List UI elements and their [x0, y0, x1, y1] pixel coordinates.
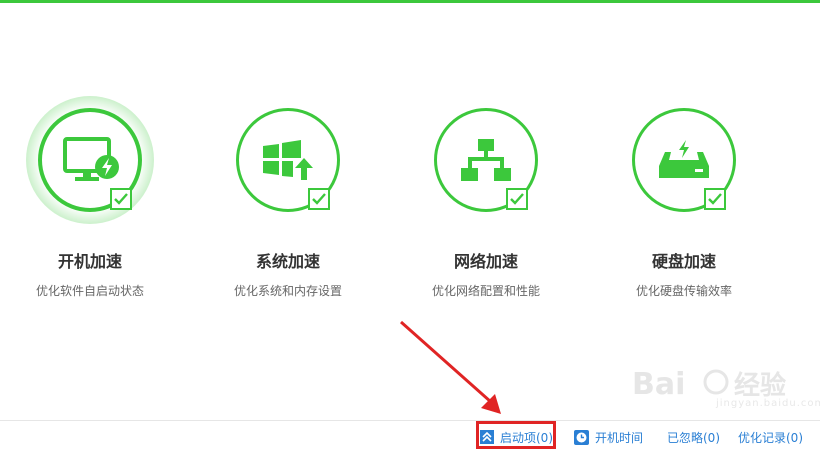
card-icon-wrap	[26, 96, 154, 224]
card-title: 硬盘加速	[651, 252, 716, 271]
clock-icon	[574, 429, 589, 445]
card-icon-wrap	[434, 108, 538, 212]
history-label: 优化记录(0)	[738, 430, 803, 445]
annotation-arrow	[400, 320, 501, 414]
paw-icon	[703, 369, 729, 395]
card-title: 开机加速	[57, 252, 122, 271]
card-subtitle: 优化系统和内存设置	[233, 284, 342, 298]
selected-checkbox[interactable]	[308, 188, 330, 210]
checkmark-icon	[708, 193, 722, 205]
network-topology-icon	[461, 139, 511, 181]
card-icon-wrap	[632, 108, 736, 212]
card-disk-speedup[interactable]: 硬盘加速 优化硬盘传输效率	[594, 100, 774, 310]
card-boot-speedup[interactable]: 开机加速 优化软件自启动状态	[0, 96, 180, 310]
card-system-speedup[interactable]: 系统加速 优化系统和内存设置	[198, 100, 378, 310]
selected-checkbox[interactable]	[704, 188, 726, 210]
annotation-highlight-box	[476, 421, 556, 449]
card-subtitle: 优化网络配置和性能	[431, 284, 540, 298]
speedup-panel: 开机加速 优化软件自启动状态 系统加速 优化系统和内存设置 网络加速 优化网络配…	[0, 0, 820, 451]
watermark-brand: Bai	[632, 367, 685, 402]
history-link[interactable]: 优化记录(0)	[738, 426, 803, 448]
top-accent-bar	[0, 0, 820, 3]
checkmark-icon	[312, 193, 326, 205]
selected-checkbox[interactable]	[110, 188, 132, 210]
boot-time-link[interactable]: 开机时间	[574, 426, 643, 448]
card-icon-wrap	[236, 108, 340, 212]
card-subtitle: 优化硬盘传输效率	[635, 284, 732, 298]
checkmark-icon	[510, 193, 524, 205]
watermark-url: jingyan.baidu.com	[716, 398, 820, 409]
card-title: 网络加速	[453, 252, 518, 271]
windows-upload-icon	[263, 140, 313, 180]
watermark-brand-cn: 经验	[734, 370, 786, 401]
ignored-label: 已忽略(0)	[667, 430, 720, 445]
selected-checkbox[interactable]	[506, 188, 528, 210]
footer-divider	[0, 420, 820, 421]
checkmark-icon	[114, 193, 128, 205]
card-network-speedup[interactable]: 网络加速 优化网络配置和性能	[396, 100, 576, 310]
hard-drive-bolt-icon	[659, 140, 709, 178]
card-subtitle: 优化软件自启动状态	[35, 284, 144, 298]
card-title: 系统加速	[255, 252, 320, 271]
boot-time-label: 开机时间	[595, 430, 644, 445]
monitor-bolt-icon	[63, 137, 119, 181]
ignored-link[interactable]: 已忽略(0)	[667, 426, 720, 448]
